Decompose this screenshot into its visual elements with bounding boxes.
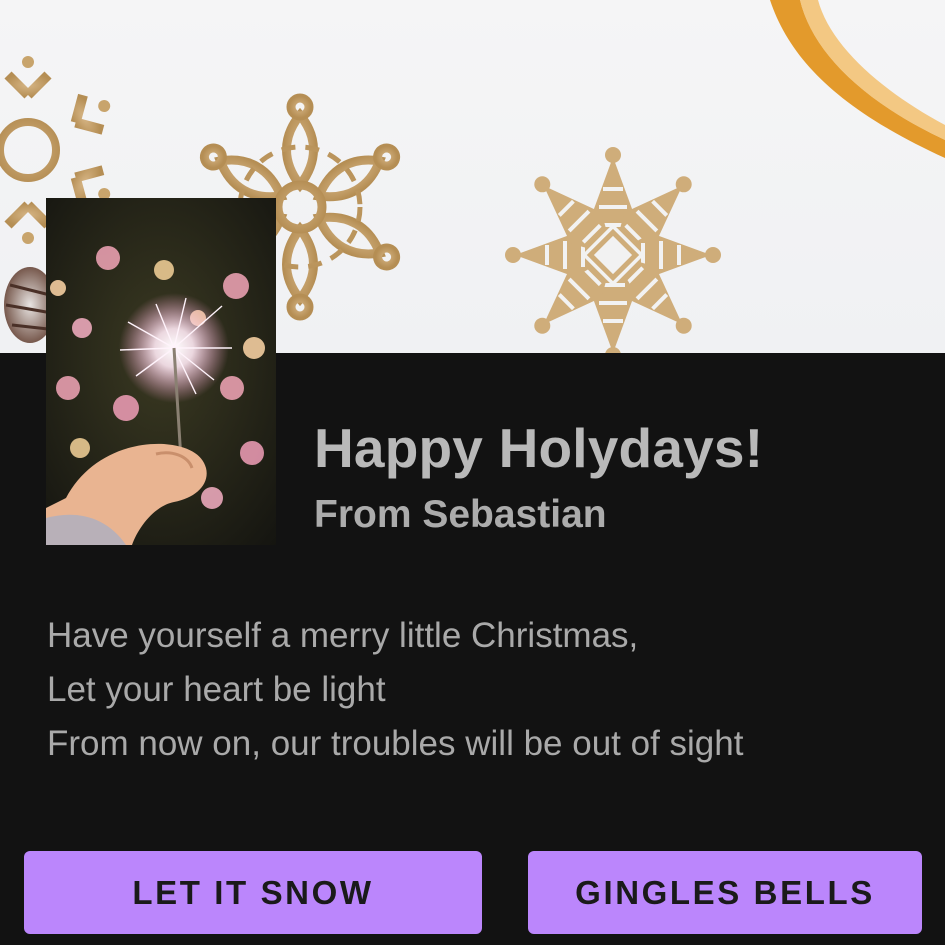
snowflake-right xyxy=(503,147,723,353)
body-line: From now on, our troubles will be out of… xyxy=(47,724,744,763)
thumbnail-image xyxy=(46,198,276,545)
gingles-bells-button[interactable]: GINGLES BELLS xyxy=(528,851,922,934)
card-title: Happy Holydays! xyxy=(314,417,764,479)
body-line: Let your heart be light xyxy=(47,670,386,709)
let-it-snow-button[interactable]: LET IT SNOW xyxy=(24,851,482,934)
body-line: Have yourself a merry little Christmas, xyxy=(47,616,639,655)
sparkler-photo xyxy=(46,198,276,545)
holiday-card: Happy Holydays! From Sebastian Have your… xyxy=(0,0,945,945)
card-body: Have yourself a merry little Christmas, … xyxy=(47,609,743,771)
card-subtitle: From Sebastian xyxy=(314,493,607,536)
